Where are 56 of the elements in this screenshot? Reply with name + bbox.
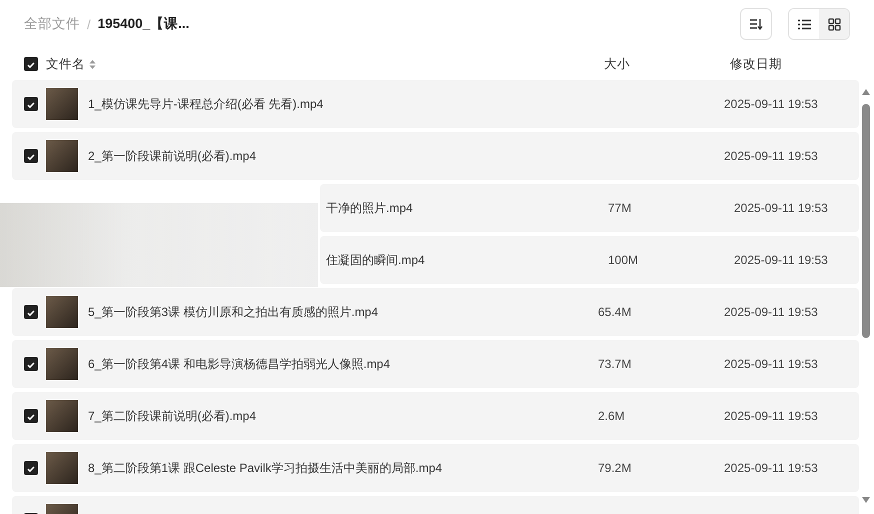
checkbox[interactable] [24,97,38,111]
modified-date: 2025-09-11 19:53 [724,305,818,319]
checkbox[interactable] [24,305,38,319]
modified-date: 2025-09-11 19:53 [724,409,818,423]
photo-placeholder [46,296,78,328]
column-header[interactable]: 文件名 [46,56,85,72]
file-row[interactable]: 7_第二阶段课前说明(必看).mp4 2.6M 2025-09-11 19:53 [12,392,859,440]
column-header[interactable]: 大小 [604,56,630,70]
grid-view-button[interactable] [819,9,849,39]
modified-date: 2025-09-11 19:53 [724,149,818,163]
file-size: 100M [608,253,640,267]
file-size: 65.4M [598,305,632,319]
modified-date: 2025-09-11 19:53 [734,253,828,267]
checkbox[interactable] [24,149,38,163]
modified-date: 2025-09-11 19:53 [724,97,818,111]
file-row[interactable]: 5_第一阶段第3课 模仿川原和之拍出有质感的照片.mp4 65.4M 2025-09-11 19:53 [12,288,859,336]
current-folder: 195400_【课... [98,15,190,33]
file-row[interactable]: 1_模仿课先导片-课程总介绍(必看 先看).mp4 2025-09-11 19:53 [12,80,859,128]
file-row[interactable]: 8_第二阶段第1课 跟Celeste Pavilk学习拍摄生活中美丽的局部.mp4 79.2M 2025-09-11 19:53 [12,444,859,492]
photo-placeholder [46,140,78,172]
file-size: 2.6M [598,409,626,423]
file-name: 7_第二阶段课前说明(必看).mp4 [88,408,258,424]
file-row[interactable]: 6_第一阶段第4课 和电影导演杨德昌学拍弱光人像照.mp4 73.7M 2025-09-11 19:53 [12,340,859,388]
modified-date: 2025-09-11 19:53 [734,201,828,215]
column-header[interactable]: 修改日期 [730,56,782,70]
scroll-down-arrow-icon[interactable] [861,496,871,504]
checkbox[interactable] [24,357,38,371]
file-size: 79.2M [598,461,632,475]
sort-icon[interactable] [89,58,96,70]
photo-placeholder [46,88,78,120]
file-name: 8_第二阶段第1课 跟Celeste Pavilk学习拍摄生活中美丽的局部.mp4 [88,460,444,476]
sort-icon [749,18,763,30]
file-row[interactable]: 2_第一阶段课前说明(必看).mp4 2025-09-11 19:53 [12,132,859,180]
photo-placeholder [46,348,78,380]
grid-icon [828,18,840,30]
photo-placeholder [46,452,78,484]
file-name: 5_第一阶段第3课 模仿川原和之拍出有质感的照片.mp4 [88,304,380,320]
breadcrumb-separator: / [87,16,91,32]
modified-date: 2025-09-11 19:53 [724,461,818,475]
checkbox[interactable] [24,461,38,475]
file-name: 干净的照片.mp4 [326,200,414,216]
file-name: 1_模仿课先导片-课程总介绍(必看 先看).mp4 [88,96,324,112]
file-name: 6_第一阶段第4课 和电影导演杨德昌学拍弱光人像照.mp4 [88,356,392,372]
file-name: 住凝固的瞬间.mp4 [326,252,426,268]
photo-placeholder [46,400,78,432]
checkbox[interactable] [24,409,38,423]
modified-date: 2025-09-11 19:53 [724,357,818,371]
list-icon [798,18,810,30]
file-name: 2_第一阶段课前说明(必看).mp4 [88,148,258,164]
file-row[interactable]: 干净的照片.mp4 77M 2025-09-11 19:53 [320,184,859,232]
file-size: 77M [608,201,632,215]
checkbox[interactable] [24,57,38,71]
sort-button[interactable] [740,8,772,40]
scroll-up-arrow-icon[interactable] [861,88,871,96]
file-row[interactable]: 住凝固的瞬间.mp4 100M 2025-09-11 19:53 [320,236,859,284]
file-size: 73.7M [598,357,632,371]
